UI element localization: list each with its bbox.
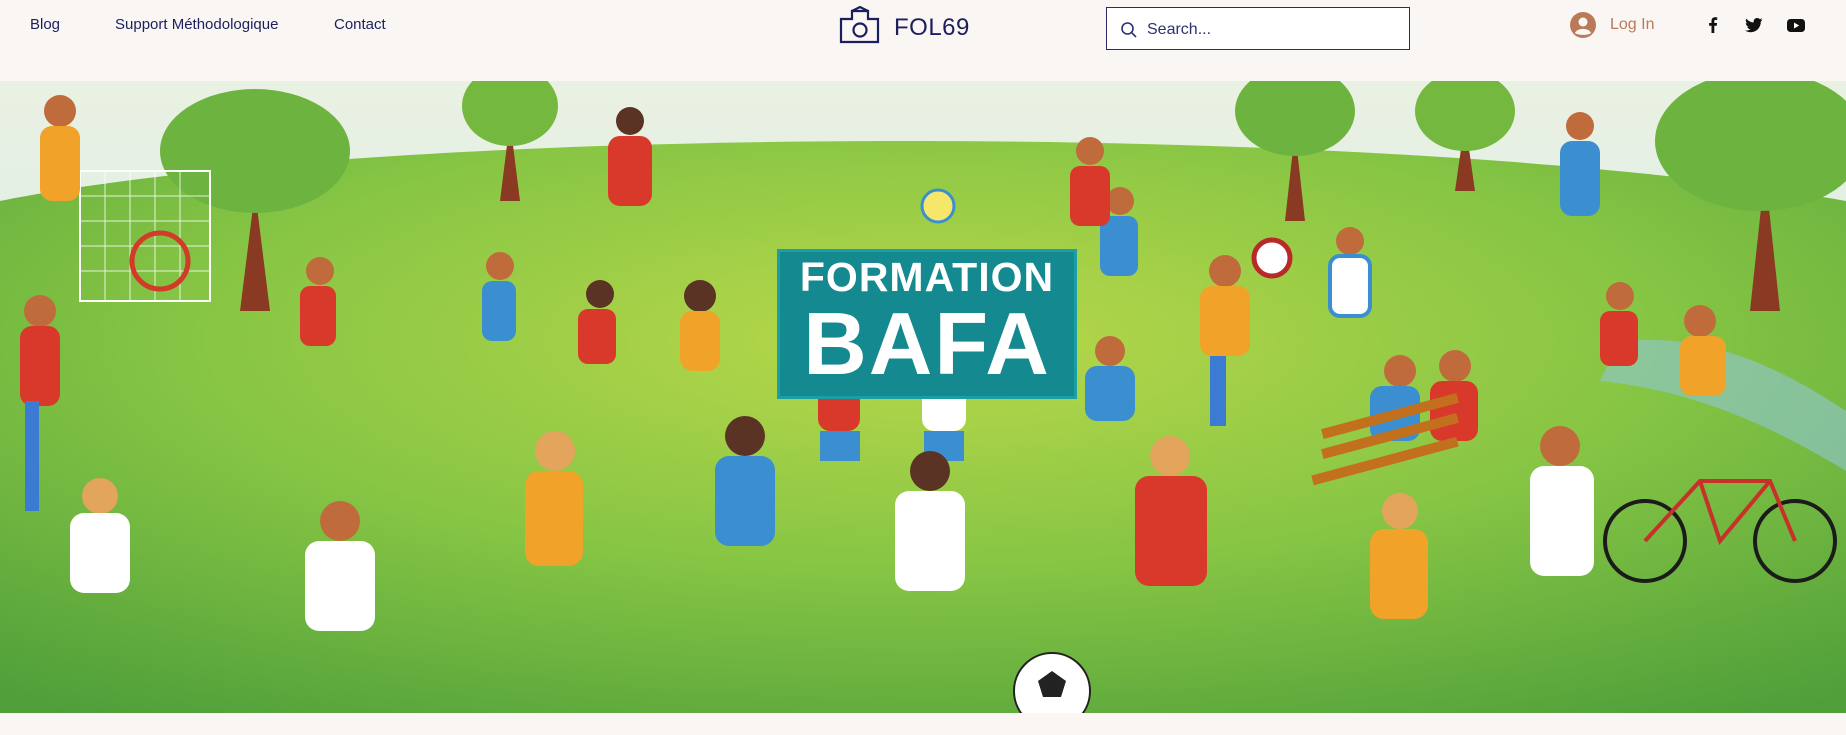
facebook-icon[interactable] [1703,15,1723,35]
twitter-icon[interactable] [1744,15,1764,35]
search-box[interactable] [1106,7,1410,51]
hero-title-line2: BAFA [803,294,1051,393]
camera-icon[interactable] [838,6,882,46]
user-avatar-icon [1570,12,1596,38]
youtube-icon[interactable] [1786,15,1806,35]
ball [1251,237,1293,279]
search-input[interactable] [1145,8,1404,51]
login-button[interactable]: Log In [1570,10,1654,40]
hero-title-line1: FORMATION [799,254,1055,300]
nav-link-contact[interactable]: Contact [334,16,386,34]
nav-link-support-methodologique[interactable]: Support Méthodologique [115,16,278,34]
site-header: Blog Support Méthodologique Contact FOL6… [0,0,1846,81]
brand-name[interactable]: FOL69 [894,14,970,42]
hero-banner: FORMATION BAFA [0,81,1846,713]
hero-title: FORMATION BAFA [777,249,1077,399]
login-label: Log In [1610,16,1655,33]
nav-link-blog[interactable]: Blog [30,16,60,34]
search-icon [1121,22,1137,38]
ball [920,188,956,224]
